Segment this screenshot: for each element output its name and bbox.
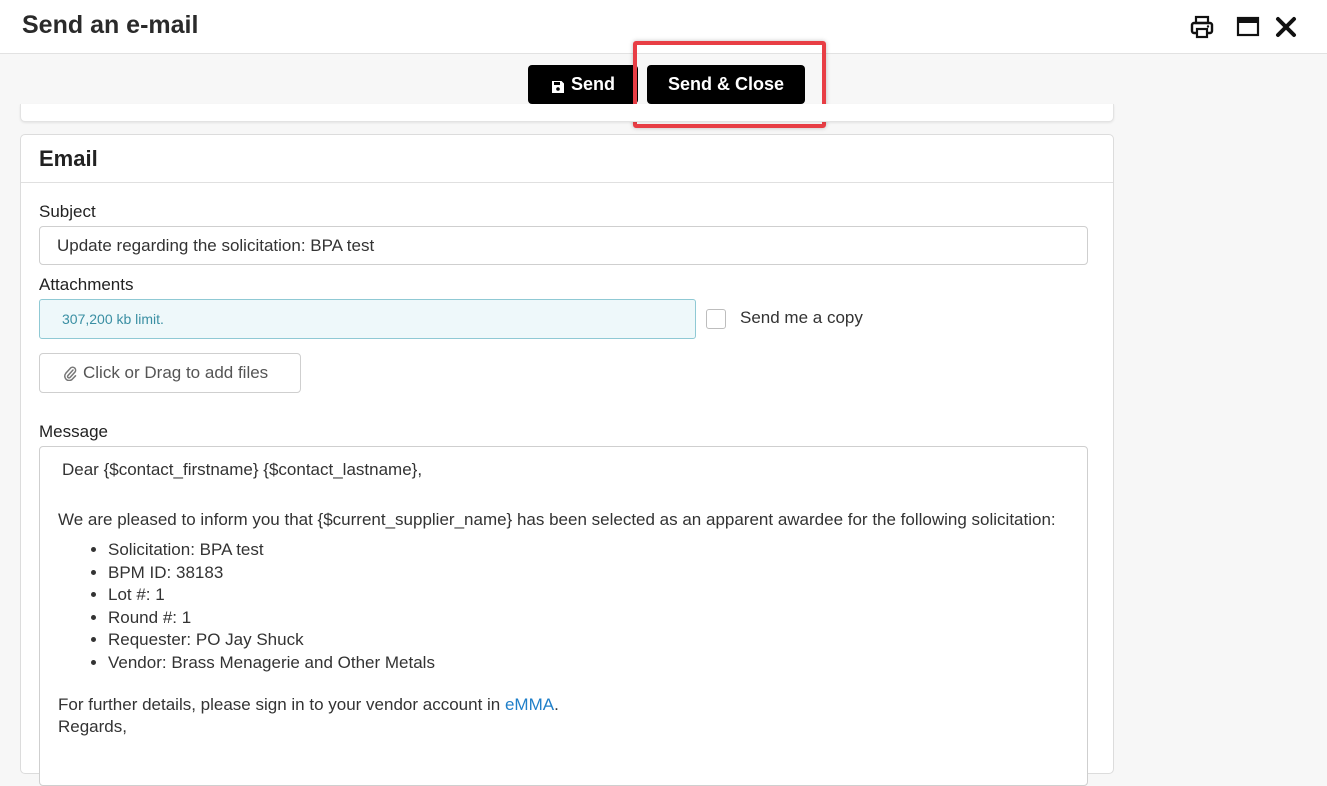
message-label: Message (39, 422, 108, 441)
window-title: Send an e-mail (22, 11, 199, 39)
message-closing: Regards, (58, 717, 127, 736)
attachments-dropzone[interactable]: 307,200 kb limit. (39, 299, 696, 339)
add-files-label: Click or Drag to add files (83, 363, 269, 382)
maximize-icon[interactable] (1235, 14, 1261, 40)
attachments-limit-text: 307,200 kb limit. (62, 311, 164, 327)
message-details-line: For further details, please sign in to y… (58, 694, 1069, 716)
list-item: Solicitation: BPA test (108, 539, 1069, 562)
list-item: Lot #: 1 (108, 584, 1069, 607)
list-item: Round #: 1 (108, 607, 1069, 630)
window-titlebar: Send an e-mail (0, 0, 1327, 54)
send-button-label: Send (570, 74, 615, 94)
message-intro: We are pleased to inform you that {$curr… (58, 510, 1056, 529)
send-copy-label[interactable]: Send me a copy (740, 308, 863, 328)
message-details-list: Solicitation: BPA test BPM ID: 38183 Lot… (58, 539, 1069, 674)
add-files-button[interactable]: Click or Drag to add files (39, 353, 301, 393)
list-item: Requester: PO Jay Shuck (108, 629, 1069, 652)
email-panel: Email Subject Attachments 307,200 kb lim… (20, 134, 1114, 786)
previous-panel-edge (20, 104, 1114, 122)
list-item: Vendor: Brass Menagerie and Other Metals (108, 652, 1069, 675)
send-and-close-label: Send & Close (667, 74, 785, 94)
attachments-label: Attachments (39, 275, 134, 294)
save-icon (551, 78, 565, 93)
subject-input[interactable] (39, 226, 1088, 265)
details-prefix: For further details, please sign in to y… (58, 695, 505, 714)
send-button[interactable]: Send (528, 65, 638, 104)
send-and-close-button[interactable]: Send & Close (647, 65, 805, 104)
email-section-title: Email (21, 135, 1113, 183)
paperclip-icon (62, 365, 78, 382)
close-icon[interactable] (1273, 14, 1299, 40)
subject-label: Subject (39, 202, 96, 221)
send-copy-checkbox[interactable] (706, 309, 726, 329)
message-editor[interactable]: Dear {$contact_firstname} {$contact_last… (39, 446, 1088, 786)
printer-icon[interactable] (1189, 14, 1215, 40)
list-item: BPM ID: 38183 (108, 562, 1069, 585)
emma-link[interactable]: eMMA (505, 695, 554, 714)
message-greeting: Dear {$contact_firstname} {$contact_last… (62, 460, 423, 479)
details-suffix: . (554, 695, 559, 714)
